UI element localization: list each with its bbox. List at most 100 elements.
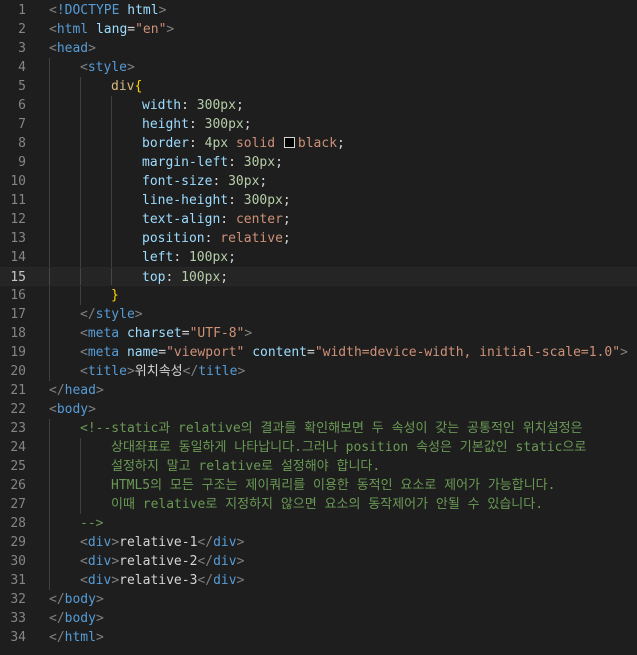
- code-token: ;: [235, 98, 244, 113]
- code-token: >: [237, 364, 246, 379]
- code-line[interactable]: 5 div{: [0, 77, 637, 96]
- line-number: 28: [10, 516, 26, 531]
- line-number: 7: [18, 117, 26, 132]
- code-token: head: [64, 383, 96, 398]
- code-line[interactable]: 11 line-height: 300px;: [0, 191, 637, 210]
- code-line[interactable]: 4 <style>: [0, 58, 637, 77]
- line-number: 4: [18, 60, 26, 75]
- code-line[interactable]: 3 <head>: [0, 39, 637, 58]
- code-line[interactable]: 1 <!DOCTYPE html>: [0, 1, 637, 20]
- line-number: 20: [10, 364, 26, 379]
- line-number: 2: [18, 22, 26, 37]
- code-token: </: [197, 554, 214, 569]
- code-token: </: [49, 611, 65, 626]
- code-token: 300px: [243, 193, 283, 208]
- code-token: 300px: [204, 117, 244, 132]
- code-token: margin-left: [142, 155, 229, 170]
- code-token: relative-3: [119, 573, 198, 588]
- code-token: =: [181, 326, 190, 341]
- code-token: relative: [220, 231, 283, 246]
- code-token: </: [49, 383, 65, 398]
- code-line[interactable]: 23 <!--static과 relative의 결과를 확인해보면 두 속성이 …: [0, 419, 637, 438]
- code-token: >: [620, 345, 628, 360]
- code-token: meta: [87, 326, 127, 341]
- code-line[interactable]: 20 <title>위치속성</title>: [0, 362, 637, 381]
- code-token: ;: [282, 231, 291, 246]
- code-token: head: [56, 41, 89, 56]
- code-text: HTML5의 모든 구조는 제이쿼리를 이용한 동적인 요소로 제어가 가능합니…: [111, 476, 555, 495]
- code-line[interactable]: 2 <html lang="en">: [0, 20, 637, 39]
- code-token: {: [134, 79, 143, 94]
- code-line[interactable]: 19 <meta name="viewport" content="width=d…: [0, 343, 637, 362]
- code-token: =: [307, 345, 315, 360]
- code-text: <head>: [49, 39, 96, 58]
- code-line[interactable]: 14 left: 100px;: [0, 248, 637, 267]
- line-number: 29: [10, 535, 26, 550]
- line-number: 3: [18, 41, 26, 56]
- code-line[interactable]: 13 position: relative;: [0, 229, 637, 248]
- code-line[interactable]: 6 width: 300px;: [0, 96, 637, 115]
- code-text: 상대좌표로 동일하게 나타납니다.그러나 position 속성은 기본값인 s…: [111, 438, 586, 457]
- code-line[interactable]: 34 </html>: [0, 628, 637, 647]
- code-line[interactable]: 18 <meta charset="UTF-8">: [0, 324, 637, 343]
- code-text: </html>: [49, 628, 104, 647]
- code-line[interactable]: 25 설정하지 말고 relative로 설정해야 합니다.: [0, 457, 637, 476]
- code-token: <: [49, 3, 57, 18]
- code-line[interactable]: 15 top: 100px;: [0, 267, 637, 286]
- code-line[interactable]: 17 </style>: [0, 305, 637, 324]
- code-token: div: [213, 554, 237, 569]
- code-token: body: [64, 611, 96, 626]
- code-line[interactable]: 28 -->: [0, 514, 637, 533]
- code-line[interactable]: 31 <div>relative-3</div>: [0, 571, 637, 590]
- code-editor[interactable]: 1 <!DOCTYPE html> 2 <html lang="en"> 3 <head>…: [0, 0, 637, 655]
- code-token: }: [111, 288, 119, 303]
- code-token: "viewport": [166, 345, 253, 360]
- code-line[interactable]: 10 font-size: 30px;: [0, 172, 637, 191]
- code-token: 30px: [228, 174, 260, 189]
- code-line[interactable]: 27 이때 relative로 지정하지 않으면 요소의 동작제어가 안될 수 있…: [0, 495, 637, 514]
- code-line[interactable]: 32 </body>: [0, 590, 637, 609]
- code-line[interactable]: 29 <div>relative-1</div>: [0, 533, 637, 552]
- code-line[interactable]: 9 margin-left: 30px;: [0, 153, 637, 172]
- code-token: :: [228, 193, 244, 208]
- code-token: height: [142, 117, 189, 132]
- code-text: }: [111, 286, 119, 305]
- code-token: <: [49, 402, 57, 417]
- code-token: >: [158, 3, 167, 18]
- code-text: font-size: 30px;: [142, 172, 267, 191]
- code-token: div: [87, 573, 112, 588]
- code-line[interactable]: 30 <div>relative-2</div>: [0, 552, 637, 571]
- color-swatch-icon[interactable]: [283, 137, 295, 148]
- code-text: <!--static과 relative의 결과를 확인해보면 두 속성이 갖는…: [80, 419, 583, 438]
- line-number: 17: [10, 307, 26, 322]
- code-line[interactable]: 21 </head>: [0, 381, 637, 400]
- code-token: position: [142, 231, 205, 246]
- code-text: <body>: [49, 400, 96, 419]
- code-token: </: [182, 364, 199, 379]
- code-line[interactable]: 33 </body>: [0, 609, 637, 628]
- code-token: html: [64, 630, 96, 645]
- code-token: relative-1: [119, 535, 198, 550]
- line-number: 10: [10, 174, 26, 189]
- code-line[interactable]: 7 height: 300px;: [0, 115, 637, 134]
- code-token: style: [95, 307, 135, 322]
- code-line[interactable]: 24 상대좌표로 동일하게 나타납니다.그러나 position 속성은 기본값인…: [0, 438, 637, 457]
- code-token: 이때 relative로 지정하지 않으면 요소의 동작제어가 안될 수 있습니…: [111, 497, 544, 512]
- line-number: 12: [10, 212, 26, 227]
- code-token: lang: [95, 22, 128, 37]
- code-line[interactable]: 12 text-align: center;: [0, 210, 637, 229]
- code-line[interactable]: 26 HTML5의 모든 구조는 제이쿼리를 이용한 동적인 요소로 제어가 가능…: [0, 476, 637, 495]
- code-token: body: [56, 402, 89, 417]
- code-token: =: [127, 22, 136, 37]
- line-number: 32: [10, 592, 26, 607]
- code-line[interactable]: 8 border: 4px solid black;: [0, 134, 637, 153]
- code-token: :: [165, 270, 182, 285]
- line-number: 13: [10, 231, 26, 246]
- code-text: top: 100px;: [142, 268, 228, 287]
- code-token: solid: [235, 136, 283, 151]
- line-number: 8: [18, 136, 26, 151]
- code-line[interactable]: 16}: [0, 286, 637, 305]
- code-line[interactable]: 22 <body>: [0, 400, 637, 419]
- code-token: :: [228, 155, 244, 170]
- code-token: <: [80, 326, 88, 341]
